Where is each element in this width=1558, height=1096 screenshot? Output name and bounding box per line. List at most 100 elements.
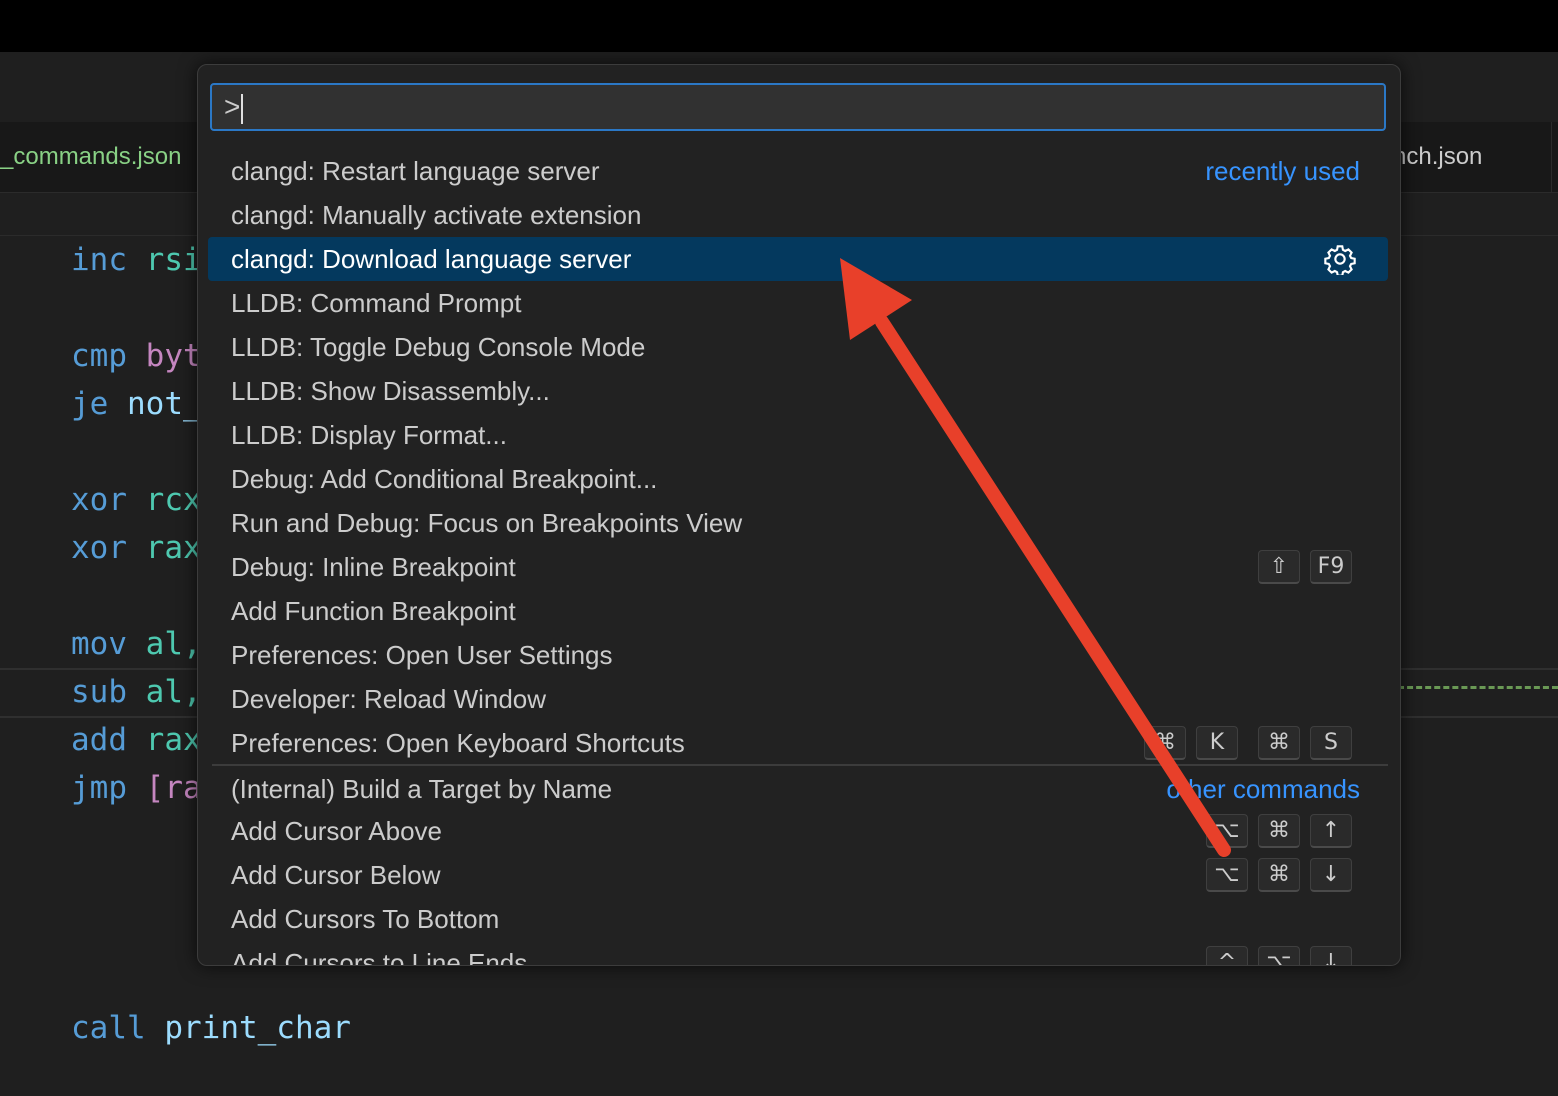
- command-item[interactable]: (Internal) Build a Target by Name other c…: [208, 767, 1388, 811]
- tab-compile-commands[interactable]: _commands.json: [0, 122, 201, 192]
- command-group-hint: recently used: [1205, 156, 1360, 186]
- key-cap: ⌘: [1258, 814, 1300, 848]
- code-operand: print_char: [164, 1010, 351, 1046]
- key-cap: ↓: [1310, 946, 1352, 965]
- code-instruction: je: [71, 386, 109, 422]
- command-item[interactable]: LLDB: Display Format...: [208, 413, 1388, 457]
- key-cap: F9: [1310, 550, 1352, 584]
- code-line[interactable]: jmp [ra: [71, 764, 202, 812]
- code-instruction: sub: [71, 674, 127, 710]
- command-item[interactable]: LLDB: Toggle Debug Console Mode: [208, 325, 1388, 369]
- command-label: Preferences: Open User Settings: [231, 640, 613, 670]
- code-instruction: jmp: [71, 770, 127, 806]
- command-item[interactable]: LLDB: Command Prompt: [208, 281, 1388, 325]
- code-instruction: call: [71, 1010, 146, 1046]
- code-line[interactable]: cmp byt: [71, 332, 202, 380]
- code-instruction: inc: [71, 242, 127, 278]
- command-label: Add Function Breakpoint: [231, 596, 516, 626]
- command-label: Debug: Add Conditional Breakpoint...: [231, 464, 658, 494]
- code-line[interactable]: xor rcx: [71, 476, 202, 524]
- code-operand: rax: [145, 722, 202, 758]
- code-operand: not_: [127, 386, 202, 422]
- code-operand: byt: [145, 338, 202, 374]
- command-label: LLDB: Command Prompt: [231, 288, 522, 318]
- keybinding: ⌘ K ⌘ S: [1134, 726, 1352, 760]
- code-operand: al,: [145, 674, 202, 710]
- key-cap: ↓: [1310, 858, 1352, 892]
- text-caret: [241, 93, 244, 124]
- command-label: LLDB: Toggle Debug Console Mode: [231, 332, 646, 362]
- key-cap: K: [1196, 726, 1238, 760]
- command-item[interactable]: Developer: Reload Window: [208, 677, 1388, 721]
- command-label: clangd: Manually activate extension: [231, 200, 642, 230]
- command-item[interactable]: Debug: Inline Breakpoint ⇧ F9: [208, 545, 1388, 589]
- command-label: Developer: Reload Window: [231, 684, 547, 714]
- code-operand: rax: [145, 530, 202, 566]
- command-label: Add Cursor Below: [231, 860, 441, 890]
- key-cap: ⌥: [1206, 814, 1248, 848]
- input-value: >: [224, 91, 244, 124]
- command-item[interactable]: Add Cursors to Line Ends ^ ⌥ ↓: [208, 941, 1388, 966]
- command-item[interactable]: Run and Debug: Focus on Breakpoints View: [208, 501, 1388, 545]
- keybinding: ^ ⌥ ↓: [1196, 946, 1352, 965]
- command-label: Add Cursors to Line Ends: [231, 948, 528, 966]
- command-item[interactable]: Add Cursor Above ⌥ ⌘ ↑: [208, 809, 1388, 853]
- code-line[interactable]: inc rsi: [71, 236, 202, 284]
- command-palette: > clangd: Restart language server recentl…: [197, 64, 1401, 966]
- command-item[interactable]: Add Cursor Below ⌥ ⌘ ↓: [208, 853, 1388, 897]
- key-cap: ⇧: [1258, 550, 1300, 584]
- window-top-bar: [0, 0, 1558, 52]
- command-label: Add Cursor Above: [231, 816, 443, 846]
- key-cap: ^: [1206, 946, 1248, 965]
- command-item[interactable]: Preferences: Open User Settings: [208, 633, 1388, 677]
- command-item[interactable]: Debug: Add Conditional Breakpoint...: [208, 457, 1388, 501]
- command-item[interactable]: clangd: Manually activate extension: [208, 193, 1388, 237]
- command-label: clangd: Download language server: [231, 244, 632, 274]
- command-label: LLDB: Display Format...: [231, 420, 507, 450]
- command-item[interactable]: clangd: Restart language server recently …: [208, 149, 1388, 193]
- code-line[interactable]: xor rax: [71, 524, 202, 572]
- command-label: Debug: Inline Breakpoint: [231, 552, 516, 582]
- command-label: clangd: Restart language server: [231, 156, 600, 186]
- inline-dash-decoration: [1398, 686, 1558, 693]
- tab-launch-json[interactable]: nch.json: [1380, 122, 1552, 192]
- command-item[interactable]: Preferences: Open Keyboard Shortcuts ⌘ K ⌘ S: [208, 721, 1388, 765]
- key-cap: ⌘: [1258, 726, 1300, 760]
- code-operand: rcx: [145, 482, 202, 518]
- keybinding: ⌥ ⌘ ↑: [1196, 814, 1352, 848]
- command-group-hint: other commands: [1166, 774, 1360, 804]
- code-line[interactable]: sub al,: [71, 668, 202, 716]
- code-line[interactable]: mov al,: [71, 620, 202, 668]
- key-cap: ⌘: [1144, 726, 1186, 760]
- command-item[interactable]: clangd: Download language server: [208, 237, 1388, 281]
- code-instruction: cmp: [71, 338, 127, 374]
- command-item[interactable]: Add Cursors To Bottom: [208, 897, 1388, 941]
- code-line[interactable]: je not_: [71, 380, 202, 428]
- code-line[interactable]: add rax: [71, 716, 202, 764]
- key-cap: ⌘: [1258, 858, 1300, 892]
- gear-icon[interactable]: [1324, 243, 1356, 277]
- key-cap: ⌥: [1206, 858, 1248, 892]
- code-operand: al,: [145, 626, 202, 662]
- code-instruction: mov: [71, 626, 127, 662]
- command-label: (Internal) Build a Target by Name: [231, 774, 613, 804]
- key-cap: S: [1310, 726, 1352, 760]
- code-instruction: xor: [71, 530, 127, 566]
- command-item[interactable]: LLDB: Show Disassembly...: [208, 369, 1388, 413]
- key-cap: ⌥: [1258, 946, 1300, 965]
- command-item[interactable]: Add Function Breakpoint: [208, 589, 1388, 633]
- code-instruction: xor: [71, 482, 127, 518]
- command-label: Preferences: Open Keyboard Shortcuts: [231, 728, 685, 758]
- keybinding: ⇧ F9: [1248, 550, 1352, 584]
- code-line[interactable]: call print_char: [71, 1004, 351, 1052]
- code-operand: rsi: [145, 242, 202, 278]
- command-label: Run and Debug: Focus on Breakpoints View: [231, 508, 743, 538]
- tab-label: nch.json: [1393, 143, 1483, 170]
- tab-label: _commands.json: [0, 143, 182, 170]
- key-cap: ↑: [1310, 814, 1352, 848]
- code-operand: [ra: [145, 770, 202, 806]
- code-instruction: add: [71, 722, 127, 758]
- keybinding: ⌥ ⌘ ↓: [1196, 858, 1352, 892]
- command-label: Add Cursors To Bottom: [231, 904, 500, 934]
- command-palette-input[interactable]: >: [210, 83, 1386, 131]
